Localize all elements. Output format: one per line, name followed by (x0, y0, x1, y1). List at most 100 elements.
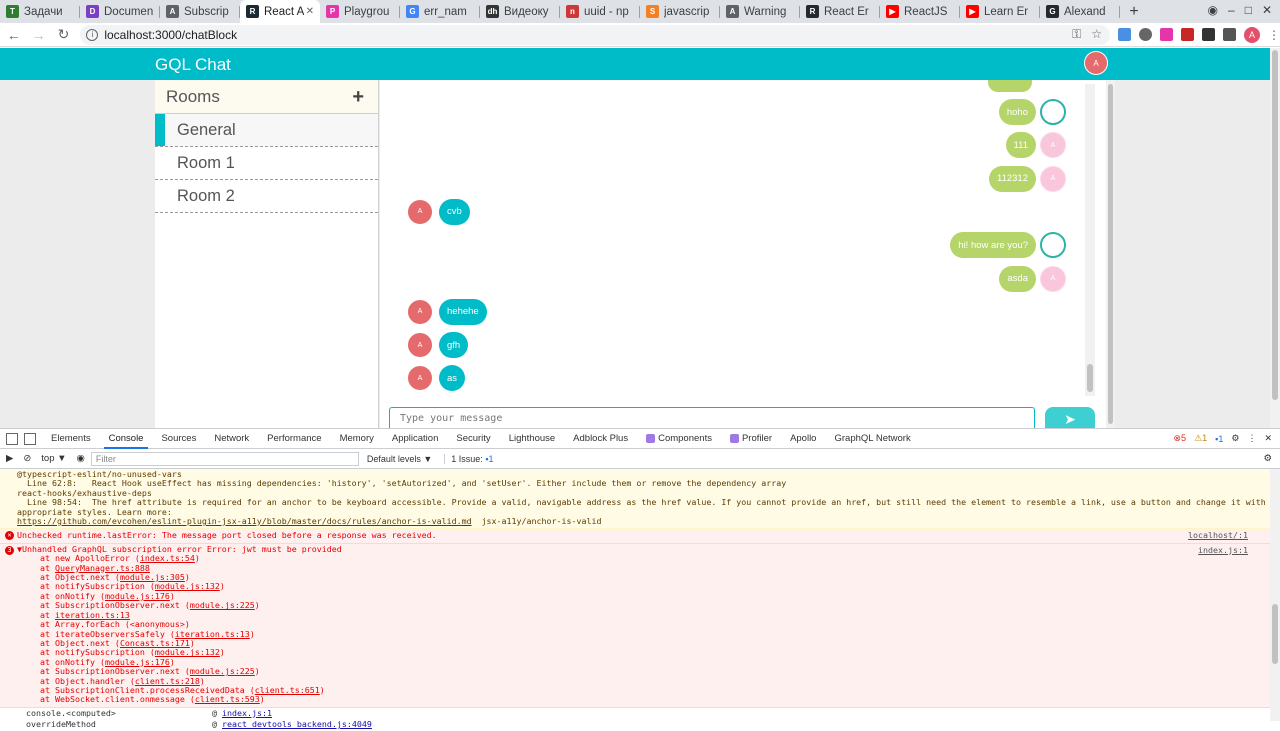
devtools-tab[interactable]: Components (637, 429, 721, 449)
message-input[interactable]: Type your message (389, 407, 1035, 428)
inspect-icon[interactable] (6, 433, 18, 445)
browser-tab[interactable]: nuuid - np (560, 0, 640, 23)
puzzle-icon[interactable] (1202, 28, 1215, 41)
browser-tab[interactable]: PPlaygrou (320, 0, 400, 23)
browser-tab[interactable]: T Задачи (0, 0, 80, 23)
devtools-tab[interactable]: Adblock Plus (564, 429, 637, 449)
source-link[interactable]: index.js:1 (1198, 546, 1248, 555)
devtools-tab[interactable]: Memory (331, 429, 383, 449)
tab-title: Playgrou (344, 6, 394, 18)
issues-button[interactable]: 1 Issue: ▪1 (444, 454, 499, 464)
device-toolbar-icon[interactable] (24, 433, 36, 445)
stack-frame: at SubscriptionObserver.next (module.js:… (17, 601, 1272, 610)
close-window-icon[interactable]: ✕ (1262, 3, 1272, 17)
close-devtools-icon[interactable]: ✕ (1264, 433, 1272, 444)
tab-search-icon[interactable]: ◉ (1208, 3, 1218, 17)
chat-scrollbar[interactable] (1106, 80, 1115, 428)
devtools-tab[interactable]: Performance (258, 429, 330, 449)
devtools-tab[interactable]: Security (447, 429, 499, 449)
translate-extension-icon[interactable] (1118, 28, 1131, 41)
site-info-icon[interactable]: i (86, 29, 98, 41)
own-message-bubble: hoho (999, 99, 1036, 125)
forward-icon[interactable]: → (28, 24, 50, 46)
eslint-doc-link[interactable]: https://github.com/evcohen/eslint-plugin… (17, 516, 472, 526)
browser-tab[interactable]: GAlexand (1040, 0, 1120, 23)
devtools-tab[interactable]: Elements (42, 429, 100, 449)
room-item[interactable]: Room 1 (155, 147, 378, 180)
devtools-tab[interactable]: Apollo (781, 429, 825, 449)
tab-favicon-icon: A (166, 5, 179, 18)
tab-title: Задачи (24, 6, 74, 18)
source-link[interactable]: index.js:1 (222, 708, 272, 718)
tab-title: Documen (104, 6, 154, 18)
more-options-icon[interactable]: ⋮ (1247, 433, 1256, 444)
console-output: @typescript-eslint/no-unused-vars Line 6… (0, 469, 1280, 731)
devtools-tab[interactable]: GraphQL Network (825, 429, 919, 449)
close-tab-icon[interactable]: ✕ (306, 6, 314, 17)
new-tab-button[interactable]: + (1120, 0, 1148, 23)
menu-kebab-icon[interactable]: ⋮ (1268, 28, 1280, 42)
profile-avatar[interactable]: A (1244, 27, 1260, 43)
console-scrollbar[interactable] (1270, 469, 1280, 721)
adblock-extension-icon[interactable] (1181, 28, 1194, 41)
stack-file-link[interactable]: module.js:225 (190, 600, 255, 610)
log-levels-select[interactable]: Default levels ▼ (367, 454, 432, 464)
devtools-tab[interactable]: Lighthouse (500, 429, 564, 449)
sidebar-toggle-icon[interactable]: ▶ (6, 453, 13, 464)
devtools-tab[interactable]: Network (205, 429, 258, 449)
graphql-extension-icon[interactable] (1160, 28, 1173, 41)
browser-tab[interactable]: AWarning (720, 0, 800, 23)
reading-list-icon[interactable] (1223, 28, 1236, 41)
browser-tab[interactable]: Sjavascrip (640, 0, 720, 23)
eye-icon[interactable]: ◉ (77, 453, 85, 464)
browser-tab[interactable]: Gerr_nam (400, 0, 480, 23)
browser-tab[interactable]: ASubscrip (160, 0, 240, 23)
room-item[interactable]: General (155, 114, 378, 147)
maximize-icon[interactable]: □ (1245, 3, 1252, 17)
own-avatar: A (1040, 166, 1066, 192)
messages-scrollbar[interactable] (1085, 84, 1095, 396)
url-text: localhost:3000/chatBlock (104, 28, 237, 42)
source-link[interactable]: react_devtools_backend.js:4049 (222, 719, 372, 729)
browser-tab[interactable]: RReact Er (800, 0, 880, 23)
context-selector[interactable]: top ▼ (41, 453, 66, 464)
browser-tab[interactable]: DDocumen (80, 0, 160, 23)
info-count-badge[interactable]: ▪1 (1215, 434, 1223, 444)
stack-file-link[interactable]: client.ts:593 (195, 694, 260, 704)
extension-icon[interactable] (1139, 28, 1152, 41)
error-count-badge[interactable]: ⊗5 (1174, 433, 1187, 444)
settings-gear-icon[interactable]: ⚙ (1231, 433, 1239, 444)
browser-tab[interactable]: ▶ReactJS (880, 0, 960, 23)
page-scrollbar[interactable] (1270, 48, 1280, 428)
devtools-tab[interactable]: Application (383, 429, 447, 449)
key-icon[interactable]: ⚿ (1072, 27, 1081, 42)
send-button[interactable]: ➤ (1045, 407, 1095, 428)
source-link[interactable]: localhost/:1 (1188, 531, 1248, 540)
address-bar[interactable]: i localhost:3000/chatBlock ⚿ ☆ (80, 25, 1110, 45)
sender-avatar: A (407, 332, 433, 358)
tab-title: uuid - np (584, 6, 634, 18)
tab-favicon-icon: T (6, 5, 19, 18)
console-filter-input[interactable]: Filter (91, 452, 359, 466)
devtools-tab[interactable]: Sources (152, 429, 205, 449)
clear-console-icon[interactable]: ⊘ (23, 453, 31, 464)
user-avatar[interactable]: A (1084, 51, 1108, 75)
browser-tab[interactable]: dhВидеоку (480, 0, 560, 23)
room-item[interactable]: Room 2 (155, 180, 378, 213)
tab-title: Alexand (1064, 6, 1114, 18)
warning-count-badge[interactable]: ⚠1 (1194, 433, 1207, 444)
graphql-error-trace[interactable]: 3 ▼Unhandled GraphQL subscription error … (0, 544, 1280, 708)
browser-tab[interactable]: RReact Ap✕ (240, 0, 320, 23)
reload-icon[interactable]: ↻ (53, 24, 75, 46)
browser-tab[interactable]: ▶Learn Er (960, 0, 1040, 23)
bookmark-star-icon[interactable]: ☆ (1091, 27, 1102, 42)
devtools-tab[interactable]: Profiler (721, 429, 781, 449)
devtools-tab[interactable]: Console (100, 429, 153, 449)
console-settings-icon[interactable]: ⚙ (1263, 453, 1272, 464)
tab-title: err_nam (424, 6, 474, 18)
own-avatar: A (1040, 266, 1066, 292)
minimize-icon[interactable]: – (1228, 3, 1235, 17)
back-icon[interactable]: ← (3, 24, 25, 46)
add-room-icon[interactable]: + (352, 87, 364, 107)
received-message-bubble: hehehe (439, 299, 487, 325)
